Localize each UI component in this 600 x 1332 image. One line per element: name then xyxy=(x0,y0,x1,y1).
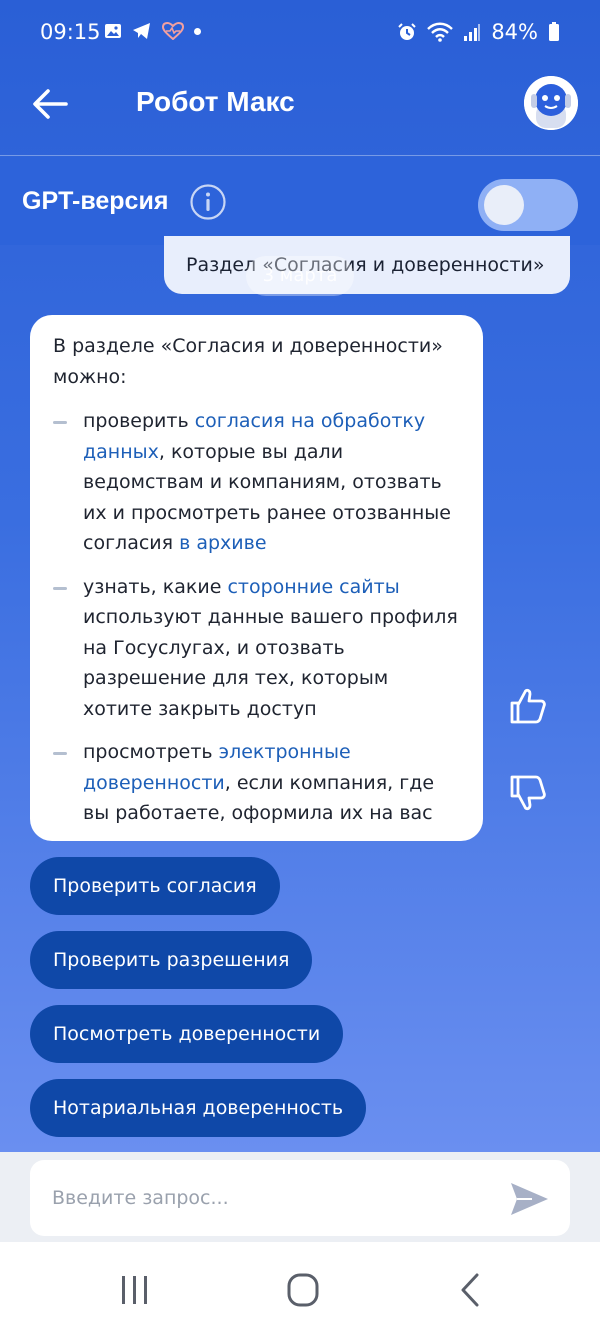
chat-screen: 09:15 84% Робот Макс GPT-версия Раздел «… xyxy=(0,0,600,1152)
battery-level: 84% xyxy=(491,20,538,44)
back-icon[interactable] xyxy=(446,1270,496,1310)
link-archive[interactable]: в архиве xyxy=(179,532,266,554)
status-bar: 09:15 84% xyxy=(0,0,600,66)
alarm-icon xyxy=(398,23,417,40)
send-icon[interactable] xyxy=(508,1178,550,1220)
quick-reply-check-permissions[interactable]: Проверить разрешения xyxy=(30,931,313,989)
gpt-label: GPT-версия xyxy=(22,187,169,215)
input-box xyxy=(30,1160,570,1236)
page-title: Робот Макс xyxy=(136,86,295,117)
bullet-dash xyxy=(53,752,67,755)
robot-avatar-icon xyxy=(524,76,578,130)
arrow-left-icon xyxy=(33,89,68,119)
back-button[interactable] xyxy=(30,84,80,124)
bot-intro: В разделе «Согласия и доверенности» можн… xyxy=(53,335,443,388)
avatar[interactable] xyxy=(524,76,578,130)
link-third-party-sites[interactable]: сторонние сайты xyxy=(227,576,399,598)
list-item: проверить согласия на обработку данных, … xyxy=(53,406,463,559)
home-icon[interactable] xyxy=(278,1270,328,1310)
gpt-toggle[interactable] xyxy=(478,179,578,231)
battery-icon xyxy=(549,22,559,41)
input-area xyxy=(0,1152,600,1242)
gpt-version-row: GPT-версия xyxy=(0,157,600,245)
app-header: Робот Макс xyxy=(0,66,600,156)
notification-icons xyxy=(104,22,201,40)
telegram-icon xyxy=(133,23,150,39)
info-icon[interactable] xyxy=(189,183,227,221)
signal-icon xyxy=(464,24,481,41)
heart-pulse-icon xyxy=(162,22,184,40)
dot-icon xyxy=(194,27,201,35)
user-message: Раздел «Согласия и доверенности» xyxy=(164,236,570,294)
bot-list: проверить согласия на обработку данных, … xyxy=(53,406,463,829)
message-input[interactable] xyxy=(52,1160,492,1236)
bullet-dash xyxy=(53,421,67,424)
quick-reply-notarial-power[interactable]: Нотариальная доверенность xyxy=(30,1079,367,1137)
list-item: узнать, какие сторонние сайты используют… xyxy=(53,572,463,725)
bullet-dash xyxy=(53,586,67,590)
system-nav-bar xyxy=(0,1242,600,1332)
gallery-icon xyxy=(105,24,121,38)
list-item: просмотреть электронные доверенности, ес… xyxy=(53,737,463,829)
system-icons: 84% xyxy=(397,20,560,44)
quick-reply-view-powers[interactable]: Посмотреть доверенности xyxy=(30,1005,344,1063)
thumbs-down-icon[interactable] xyxy=(508,773,548,813)
bot-message: В разделе «Согласия и доверенности» можн… xyxy=(30,315,483,841)
recent-apps-icon[interactable] xyxy=(110,1270,160,1310)
thumbs-up-icon[interactable] xyxy=(508,686,548,726)
status-time: 09:15 xyxy=(40,20,101,44)
quick-reply-check-consents[interactable]: Проверить согласия xyxy=(30,857,280,915)
toggle-knob xyxy=(484,185,524,225)
wifi-icon xyxy=(427,22,454,42)
